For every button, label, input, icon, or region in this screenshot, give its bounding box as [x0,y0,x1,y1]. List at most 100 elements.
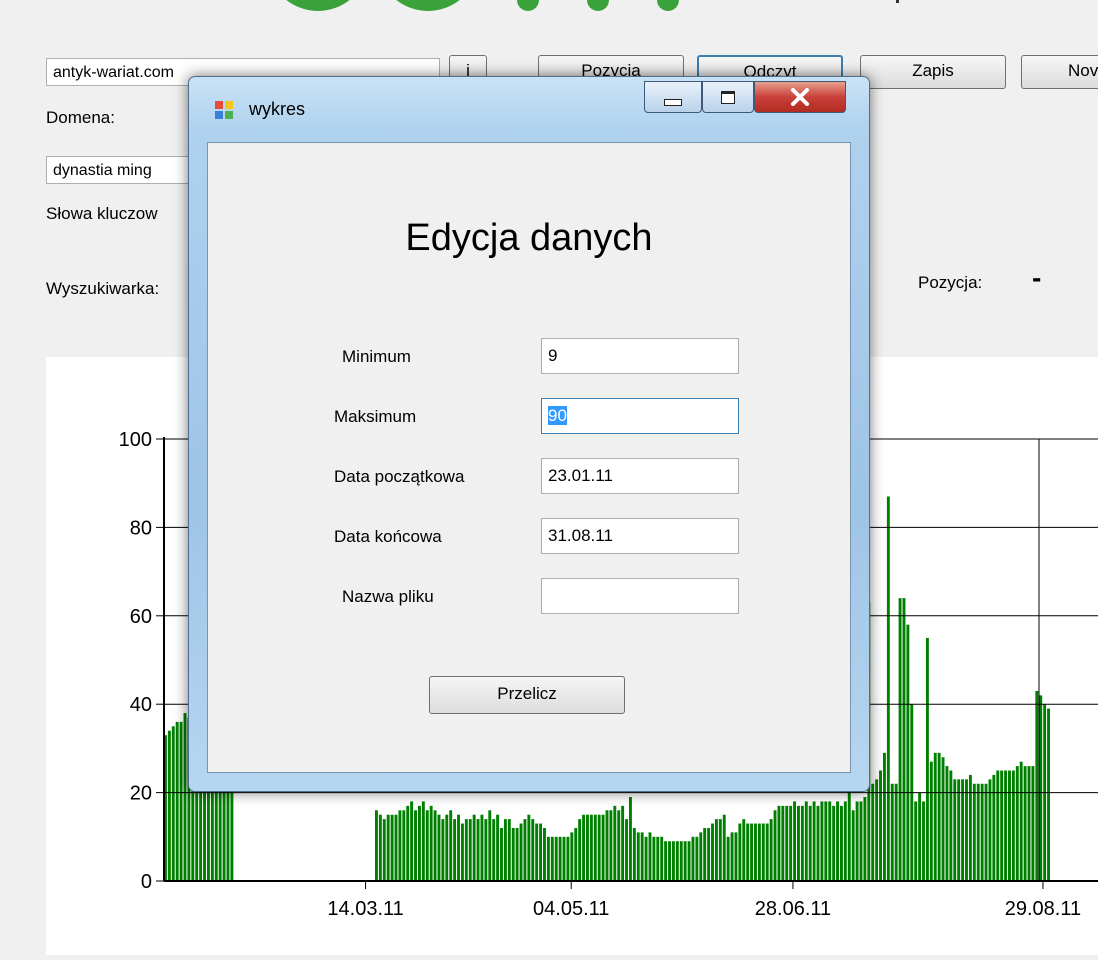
chart-bar [734,832,738,881]
chart-bar [1023,766,1027,881]
chart-bar [808,805,812,881]
filename-input[interactable] [541,578,739,614]
chart-bar [457,814,460,881]
chart-bar [1000,770,1004,881]
chart-bar [578,819,582,881]
chart-bar [914,801,918,881]
chart-bar [882,752,886,881]
chart-bar [711,823,714,881]
chart-bar [394,814,398,881]
chart-bar [660,836,664,881]
chart-x-tick-label: 14.03.11 [327,898,403,920]
end-date-label: Data końcowa [334,527,442,546]
close-icon [791,88,809,106]
chart-bar [679,841,683,881]
chart-bar [668,841,671,881]
chart-bar [402,810,406,881]
chart-bar [543,827,546,881]
chart-bar [789,805,793,881]
recalculate-button[interactable]: Przelicz [429,676,625,714]
chart-bar [683,841,687,881]
chart-bar [406,805,410,881]
chart-bar [554,836,558,881]
chart-bar [449,810,453,881]
chart-bar [558,836,562,881]
chart-bar [695,836,699,881]
minimize-button[interactable] [644,81,702,113]
chart-bar [539,823,543,881]
chart-bar [531,819,535,881]
chart-bar [566,836,570,881]
new-button[interactable]: Nov [1021,55,1098,89]
min-input[interactable]: 9 [541,338,739,374]
chart-bar [933,752,937,881]
max-input[interactable]: 90 [541,398,739,434]
chart-bar [816,805,820,881]
filename-label: Nazwa pliku [342,587,434,606]
chart-bar [730,832,734,881]
chart-bar [961,779,965,881]
chart-bar [769,819,773,881]
chart-bar [718,819,722,881]
chart-bar [375,810,378,881]
chart-bar [820,801,824,881]
chart-bar [965,779,968,881]
chart-bar [644,836,648,881]
minimize-icon [664,99,682,106]
chart-bar [488,810,492,881]
maximize-icon [721,91,735,104]
chart-bar [804,801,808,881]
chart-bar [757,823,761,881]
chart-bar [992,774,996,881]
chart-bar [621,805,625,881]
chart-bar [836,801,839,881]
chart-bar [902,598,906,881]
chart-bar [582,814,586,881]
chart-bar [625,819,628,881]
chart-bar [179,721,183,881]
chart-bar [945,766,949,881]
chart-bar [640,832,644,881]
chart-bar [421,801,425,881]
chart-bar [433,810,437,881]
chart-bar [906,624,910,881]
chart-y-tick-label: 100 [119,429,152,451]
chart-bar [652,836,656,881]
chart-bar [703,827,707,881]
chart-bar [597,814,601,881]
chart-bar [984,783,988,881]
chart-bar [546,836,550,881]
dialog-heading: Edycja danych [405,217,653,259]
chart-bar [656,836,660,881]
keyword-input[interactable]: dynastia ming [46,156,206,184]
chart-bar [687,841,691,881]
chart-bar [398,810,402,881]
chart-bar [832,805,836,881]
save-button[interactable]: Zapis [860,55,1006,89]
chart-bar [777,805,781,881]
chart-bar [843,801,847,881]
chart-bar [988,779,992,881]
maximize-button[interactable] [702,81,754,113]
chart-bar [175,721,179,881]
chart-bar [511,827,515,881]
chart-bar [617,810,621,881]
chart-bar [437,814,441,881]
chart-bar [800,805,804,881]
chart-bar [691,836,695,881]
start-date-input[interactable]: 23.01.11 [541,458,739,494]
chart-bar [980,783,984,881]
chart-bar [793,801,797,881]
chart-bar [761,823,765,881]
chart-bar [515,827,519,881]
close-button[interactable] [754,81,846,113]
chart-bar [1015,766,1019,881]
end-date-input[interactable]: 31.08.11 [541,518,739,554]
chart-bar [1019,761,1023,881]
chart-bar [898,598,902,881]
chart-x-tick-label: 29.08.11 [1005,898,1081,920]
chart-bar [996,770,1000,881]
chart-bar [378,814,382,881]
chart-bar [754,823,757,881]
chart-bar [875,779,879,881]
